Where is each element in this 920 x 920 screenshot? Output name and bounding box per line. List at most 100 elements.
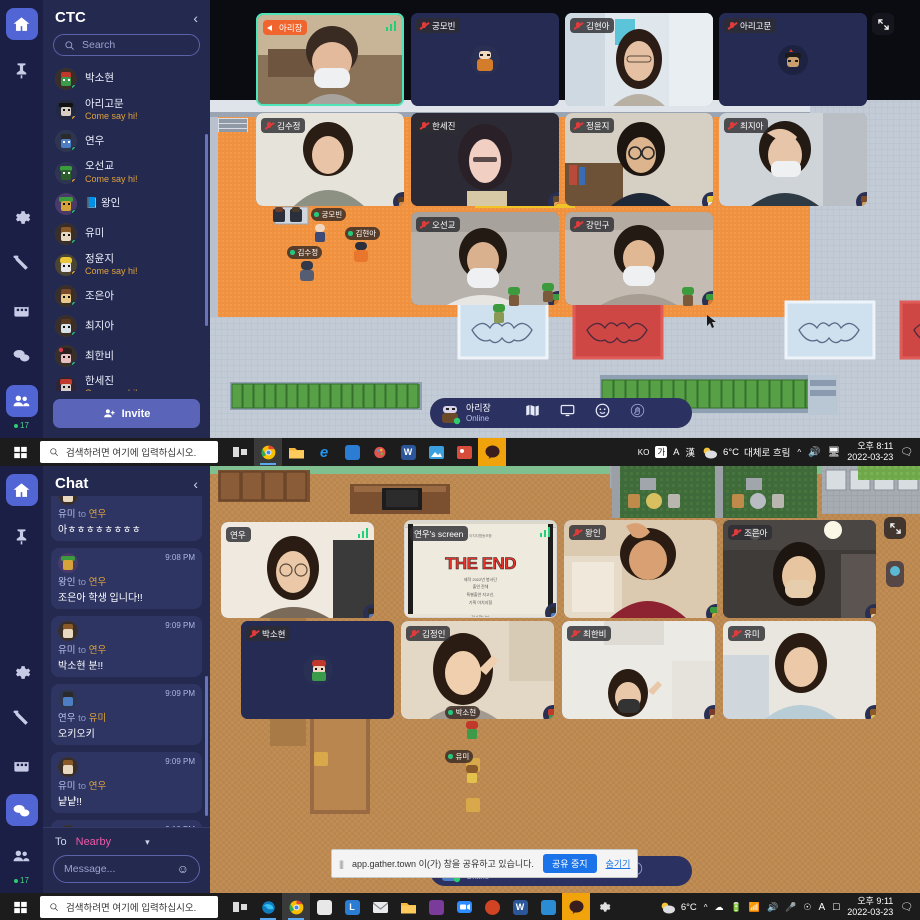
screenshare-tile[interactable]: 아치지협동조합 THE END 제작 2022년 봉사단 출연 전체 특별출연 …: [404, 520, 557, 618]
video-tile[interactable]: 정윤지: [565, 113, 713, 206]
usb-icon[interactable]: ☉: [803, 902, 811, 913]
start-button[interactable]: [0, 900, 40, 915]
ime-alpha[interactable]: A: [819, 902, 826, 913]
rail-home-button[interactable]: [5, 8, 38, 40]
people-list[interactable]: 박소현 아리고문 Come say hi! 연우 오선교 Come say hi…: [43, 64, 210, 391]
collapse-videos-button[interactable]: [872, 13, 894, 35]
volume-icon[interactable]: 🔊: [767, 902, 778, 913]
rail-participants-button[interactable]: [6, 840, 38, 872]
list-item[interactable]: 한세진 Come say hi!: [49, 371, 204, 391]
battery-icon[interactable]: 🔋: [731, 902, 742, 913]
taskbar-store[interactable]: [310, 893, 338, 920]
video-tile[interactable]: 오선교: [411, 212, 559, 305]
hide-notice-link[interactable]: 숨기기: [606, 857, 631, 870]
task-view-button[interactable]: [226, 893, 254, 920]
onedrive-icon[interactable]: ☁: [715, 902, 724, 913]
taskbar-internet-explorer[interactable]: e: [310, 438, 338, 466]
rail-calendar-button[interactable]: [6, 293, 38, 325]
avatar[interactable]: [439, 403, 461, 425]
video-tile[interactable]: 최지아: [719, 113, 867, 206]
taskbar-photos-alt[interactable]: [450, 438, 478, 466]
video-tile[interactable]: 유미: [723, 621, 876, 719]
video-tile[interactable]: 아리고문: [719, 13, 867, 106]
list-item[interactable]: 아리고문 Come say hi!: [49, 94, 204, 126]
rail-home-button[interactable]: [5, 474, 38, 506]
message-input[interactable]: Message... ☺: [53, 855, 200, 883]
list-item[interactable]: 연우: [49, 126, 204, 156]
scrollbar[interactable]: [205, 676, 208, 816]
taskbar-photos[interactable]: [422, 438, 450, 466]
task-view-button[interactable]: [226, 438, 254, 466]
list-item[interactable]: 최지아: [49, 311, 204, 341]
taskbar-word[interactable]: W: [506, 893, 534, 920]
list-item[interactable]: 유미: [49, 219, 204, 249]
start-button[interactable]: [0, 445, 40, 460]
network-icon[interactable]: 🖥: [828, 447, 841, 458]
taskbar-chrome[interactable]: [254, 438, 282, 466]
emoji-picker-icon[interactable]: ☺: [177, 862, 189, 876]
video-tile[interactable]: 김정인: [401, 621, 554, 719]
collapse-panel-button[interactable]: ‹: [193, 10, 198, 26]
list-item[interactable]: 박소현: [49, 64, 204, 94]
screenshare-button[interactable]: [560, 403, 575, 423]
video-tile[interactable]: 최한비: [562, 621, 715, 719]
drag-handle-icon[interactable]: |||: [339, 859, 344, 869]
video-tile[interactable]: 왕인: [564, 520, 717, 618]
video-tile[interactable]: 조은아: [723, 520, 876, 618]
taskbar-clock[interactable]: 오후 9:11 2022-03-23: [847, 896, 893, 918]
ime-indicator[interactable]: KO 가 A 漢: [638, 445, 695, 459]
list-item[interactable]: 📘 왕인: [49, 189, 204, 219]
taskbar-line[interactable]: L: [338, 893, 366, 920]
minimap-button[interactable]: [525, 403, 540, 423]
taskbar-clock[interactable]: 오후 8:11 2022-03-23: [847, 441, 893, 463]
rail-settings-button[interactable]: [6, 201, 38, 233]
search-input[interactable]: Search: [53, 34, 200, 56]
weather-widget[interactable]: 6°C: [660, 901, 697, 914]
video-tile[interactable]: 궁모빈: [411, 13, 559, 106]
rail-settings-button[interactable]: [6, 656, 38, 688]
video-tile[interactable]: 아리장: [256, 13, 404, 106]
taskbar-edge[interactable]: [254, 893, 282, 920]
ime-mode-icon[interactable]: ☐: [832, 902, 840, 913]
rail-build-button[interactable]: [6, 702, 38, 734]
taskbar-settings[interactable]: [590, 893, 618, 920]
taskbar-kakaotalk[interactable]: [562, 893, 590, 920]
action-center-icon[interactable]: 🗨: [900, 902, 913, 913]
taskbar-teams[interactable]: [338, 438, 366, 466]
taskbar-chrome[interactable]: [282, 893, 310, 920]
list-item[interactable]: 정윤지 Come say hi!: [49, 249, 204, 281]
list-item[interactable]: 최한비: [49, 341, 204, 371]
video-tile[interactable]: 연우: [221, 522, 374, 618]
taskbar-paint[interactable]: [366, 438, 394, 466]
list-item[interactable]: 조은아: [49, 281, 204, 311]
invite-button[interactable]: Invite: [53, 399, 200, 428]
rail-calendar-button[interactable]: [6, 748, 38, 780]
taskbar-mail[interactable]: [366, 893, 394, 920]
rail-participants-button[interactable]: [5, 385, 38, 417]
video-tile[interactable]: 박소현: [241, 621, 394, 719]
collapse-panel-button[interactable]: ‹: [193, 476, 198, 492]
scrollbar[interactable]: [205, 134, 208, 326]
collapse-videos-button[interactable]: [884, 517, 906, 539]
rail-pin-button[interactable]: [6, 520, 38, 552]
stop-sharing-button[interactable]: 공유 중지: [542, 854, 597, 873]
taskbar-file-explorer[interactable]: [394, 893, 422, 920]
recipient-select[interactable]: Nearby ▾: [76, 836, 198, 848]
taskbar-file-explorer[interactable]: [282, 438, 310, 466]
tray-expand-icon[interactable]: ^: [797, 448, 801, 457]
microphone-icon[interactable]: 🎤: [785, 902, 796, 913]
video-tile[interactable]: 김수정: [256, 113, 404, 206]
taskbar-kakaotalk[interactable]: [478, 438, 506, 466]
tray-expand-icon[interactable]: ^: [704, 903, 708, 912]
rail-chat-button[interactable]: [5, 794, 38, 826]
taskbar-search-input[interactable]: 검색하려면 여기에 입력하십시오.: [40, 441, 218, 463]
taskbar-word[interactable]: W: [394, 438, 422, 466]
rail-build-button[interactable]: [6, 247, 38, 279]
video-tile[interactable]: 한세진: [411, 113, 559, 206]
taskbar-powerpoint[interactable]: [478, 893, 506, 920]
rail-pin-button[interactable]: [6, 54, 38, 86]
chat-message-list[interactable]: 9:08 PM 유미 to 연우 아ㅎㅎㅎㅎㅎㅎㅎㅎ 9:08 PM: [43, 496, 210, 827]
taskbar-onenote[interactable]: [422, 893, 450, 920]
list-item[interactable]: 오선교 Come say hi!: [49, 156, 204, 188]
volume-icon[interactable]: 🔊: [808, 447, 820, 458]
